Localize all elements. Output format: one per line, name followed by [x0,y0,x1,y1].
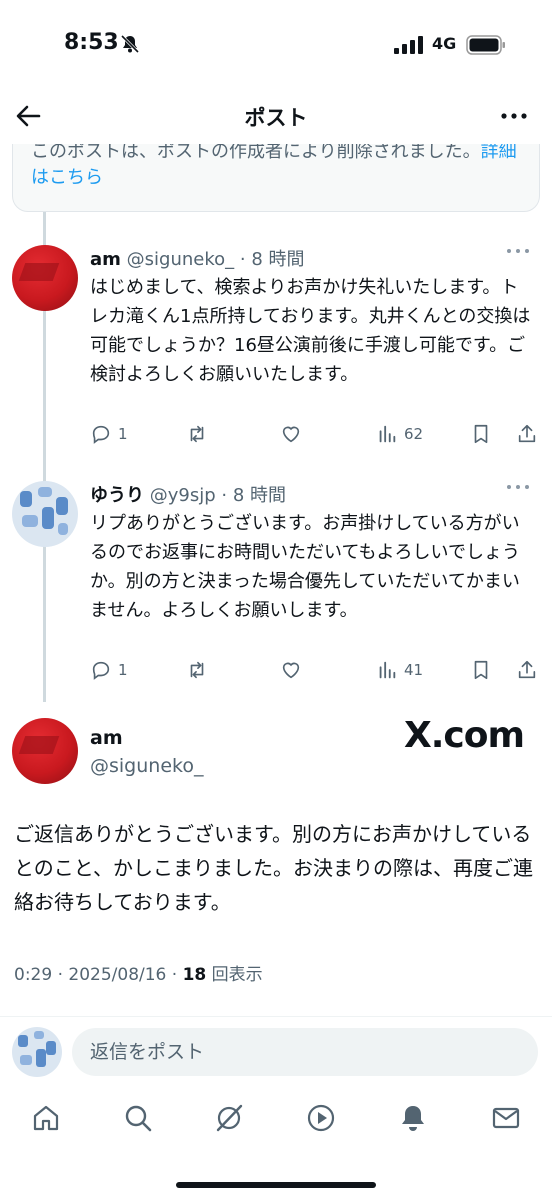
page-title: ポスト [244,106,308,130]
reply-compose-bar: 返信をポスト [0,1016,552,1086]
reply-text: リプありがとうございます。お声掛けしている方がいるのでお返事にお時間いただいても… [90,513,521,621]
notifications-icon[interactable] [397,1102,429,1134]
main-post-handle[interactable]: @siguneko_ [90,755,203,777]
bookmark-icon [474,424,488,444]
like-action[interactable] [280,659,302,681]
top-header: ポスト [0,92,552,144]
views-icon [379,425,396,443]
post-actions: 1 41 [90,659,540,685]
repost-icon [190,425,204,443]
reply-text: はじめまして、検索よりお声かけ失礼いたします。トレカ滝くん1点所持しております。… [90,277,531,385]
views-action[interactable]: 62 [376,423,423,445]
main-post-views: 18 [182,965,207,985]
bookmark-action[interactable] [470,659,492,681]
post-actions: 1 62 [90,423,540,449]
post-time: · 8 時間 [221,485,287,506]
bookmark-action[interactable] [470,423,492,445]
share-action[interactable] [516,659,538,681]
main-post-meta: 0:29 · 2025/08/16 · 18 回表示 [14,960,263,985]
main-post-avatar[interactable] [12,718,78,784]
heart-icon [282,662,300,679]
main-post-text: ご返信ありがとうございます。別の方にお声かけしているとのこと、かしこまりました。… [14,822,533,914]
home-icon[interactable] [30,1102,62,1134]
post-time: · 8 時間 [239,249,305,270]
avatar[interactable] [12,245,78,311]
deleted-post-text: このポストは、ポストの作成者により削除されました。 [31,141,481,162]
status-time: 8:53 [64,30,119,55]
status-bar: 8:53 4G [0,0,552,92]
battery-icon [466,35,505,55]
reply-input[interactable]: 返信をポスト [72,1028,538,1076]
repost-action[interactable] [186,423,208,445]
reply-action[interactable]: 1 [90,423,128,445]
views-count: 62 [404,425,424,443]
share-icon [518,424,536,443]
views-icon [379,661,396,679]
reply-icon [92,425,110,444]
share-action[interactable] [516,423,538,445]
reply-author-line: ゆうり @y9sjp · 8 時間 [90,481,286,507]
heart-icon [282,426,300,443]
video-icon[interactable] [305,1102,337,1134]
views-count: 41 [404,661,424,679]
signal-icon [394,36,423,54]
x-com-watermark: X.com [404,715,525,756]
user-handle[interactable]: @y9sjp [150,485,216,506]
bottom-navigation [0,1090,552,1150]
views-action[interactable]: 41 [376,659,423,681]
repost-action[interactable] [186,659,208,681]
user-handle[interactable]: @siguneko_ [127,249,235,270]
main-post-display-name[interactable]: am [90,727,123,749]
muted-bell-icon [120,34,140,54]
like-action[interactable] [280,423,302,445]
post-menu-icon[interactable] [506,483,530,491]
display-name[interactable]: am [90,249,121,270]
messages-icon[interactable] [490,1102,522,1134]
reply-action[interactable]: 1 [90,659,128,681]
main-post-timestamp: 0:29 · 2025/08/16 · [14,965,183,985]
reply-icon [92,661,110,680]
more-options-icon[interactable] [500,104,528,128]
grok-icon[interactable] [213,1102,245,1134]
home-indicator[interactable] [176,1182,376,1188]
views-label: 回表示 [206,965,263,985]
repost-icon [190,661,204,679]
avatar[interactable] [12,481,78,547]
bookmark-icon [474,660,488,680]
display-name[interactable]: ゆうり [90,485,144,506]
network-type: 4G [432,34,457,53]
post-menu-icon[interactable] [506,247,530,255]
share-icon [518,660,536,679]
reply-count: 1 [118,425,128,443]
reply-count: 1 [118,661,128,679]
my-avatar[interactable] [12,1027,62,1077]
search-icon[interactable] [122,1102,154,1134]
reply-author-line: am @siguneko_ · 8 時間 [90,245,305,271]
